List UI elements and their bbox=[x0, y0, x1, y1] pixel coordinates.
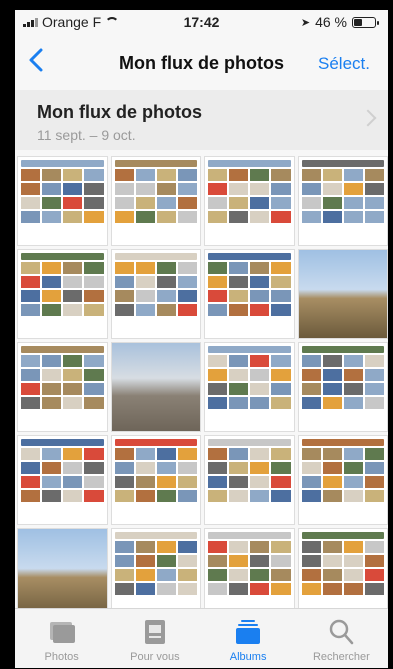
thumbnail-mosaic bbox=[18, 260, 107, 318]
chevron-right-icon bbox=[359, 109, 377, 127]
thumbnail-mosaic bbox=[299, 353, 388, 411]
thumbnail-strip bbox=[301, 346, 384, 353]
thumbnail-strip bbox=[208, 160, 291, 167]
photo-thumbnail[interactable] bbox=[204, 156, 295, 246]
photo-thumbnail[interactable] bbox=[110, 249, 201, 339]
photo-thumbnail[interactable] bbox=[297, 342, 388, 432]
photo-thumbnail[interactable] bbox=[17, 342, 108, 432]
thumbnail-mosaic bbox=[112, 167, 201, 225]
tab-for-you[interactable]: Pour vous bbox=[108, 609, 201, 668]
thumbnail-mosaic bbox=[205, 167, 294, 225]
battery-percent: 46 % bbox=[315, 14, 347, 30]
tab-label: Albums bbox=[229, 651, 267, 663]
thumbnail-strip bbox=[114, 439, 197, 446]
for-you-icon bbox=[144, 620, 165, 644]
photo-thumbnail[interactable] bbox=[110, 156, 201, 246]
thumbnail-mosaic bbox=[299, 539, 388, 597]
stream-dates: 11 sept. – 9 oct. bbox=[37, 127, 136, 143]
photo-thumbnail[interactable] bbox=[297, 435, 388, 525]
thumbnail-mosaic bbox=[112, 539, 201, 597]
photo-thumbnail[interactable] bbox=[110, 435, 201, 525]
photo-grid bbox=[17, 156, 388, 618]
navigation-bar: Mon flux de photos Sélect. bbox=[15, 32, 388, 90]
phone-screen: Orange F 17:42 ➤ 46 % Mon flux de photos… bbox=[15, 10, 388, 668]
select-button[interactable]: Sélect. bbox=[318, 54, 370, 74]
screenshot-frame: Orange F 17:42 ➤ 46 % Mon flux de photos… bbox=[0, 0, 393, 669]
thumbnail-mosaic bbox=[205, 446, 294, 504]
thumbnail-strip bbox=[301, 439, 384, 446]
thumbnail-strip bbox=[301, 532, 384, 539]
thumbnail-strip bbox=[208, 439, 291, 446]
albums-icon bbox=[236, 620, 261, 644]
thumbnail-strip bbox=[208, 532, 291, 539]
tab-albums[interactable]: Albums bbox=[202, 609, 295, 668]
thumbnail-mosaic bbox=[18, 167, 107, 225]
thumbnail-mosaic bbox=[18, 446, 107, 504]
thumbnail-strip bbox=[208, 253, 291, 260]
thumbnail-mosaic bbox=[112, 446, 201, 504]
tab-label: Pour vous bbox=[130, 651, 180, 663]
thumbnail-mosaic bbox=[18, 353, 107, 411]
photo-thumbnail[interactable] bbox=[17, 435, 108, 525]
thumbnail-strip bbox=[114, 253, 197, 260]
location-icon: ➤ bbox=[300, 16, 311, 29]
thumbnail-mosaic bbox=[205, 260, 294, 318]
photo-thumbnail[interactable] bbox=[110, 528, 201, 618]
photo-thumbnail[interactable] bbox=[17, 528, 108, 618]
thumbnail-mosaic bbox=[112, 260, 201, 318]
thumbnail-strip bbox=[21, 439, 104, 446]
photo-thumbnail[interactable] bbox=[17, 156, 108, 246]
thumbnail-mosaic bbox=[299, 446, 388, 504]
tab-search[interactable]: Rechercher bbox=[295, 609, 388, 668]
thumbnail-strip bbox=[208, 346, 291, 353]
thumbnail-strip bbox=[114, 532, 197, 539]
tab-bar: Photos Pour vous Albums Rechercher bbox=[15, 608, 388, 668]
photo-thumbnail[interactable] bbox=[297, 249, 388, 339]
tab-label: Rechercher bbox=[312, 651, 370, 663]
battery-icon bbox=[352, 16, 379, 28]
thumbnail-mosaic bbox=[205, 539, 294, 597]
thumbnail-strip bbox=[21, 346, 104, 353]
photos-icon bbox=[49, 622, 75, 643]
thumbnail-mosaic bbox=[299, 167, 388, 225]
thumbnail-strip bbox=[21, 253, 104, 260]
photo-thumbnail[interactable] bbox=[204, 342, 295, 432]
thumbnail-strip bbox=[301, 160, 384, 167]
thumbnail-mosaic bbox=[205, 353, 294, 411]
stream-header[interactable]: Mon flux de photos 11 sept. – 9 oct. bbox=[15, 90, 388, 150]
photo-thumbnail[interactable] bbox=[204, 528, 295, 618]
photo-thumbnail[interactable] bbox=[17, 249, 108, 339]
photo-thumbnail[interactable] bbox=[204, 249, 295, 339]
photo-thumbnail[interactable] bbox=[297, 156, 388, 246]
thumbnail-strip bbox=[21, 160, 104, 167]
photo-thumbnail[interactable] bbox=[297, 528, 388, 618]
stream-name: Mon flux de photos bbox=[37, 102, 202, 122]
search-icon bbox=[330, 619, 354, 645]
photo-thumbnail[interactable] bbox=[110, 342, 201, 432]
status-bar: Orange F 17:42 ➤ 46 % bbox=[15, 10, 388, 32]
tab-label: Photos bbox=[44, 651, 79, 663]
photo-thumbnail[interactable] bbox=[204, 435, 295, 525]
tab-photos[interactable]: Photos bbox=[15, 609, 108, 668]
status-right: ➤ 46 % bbox=[300, 14, 379, 30]
thumbnail-strip bbox=[114, 160, 197, 167]
